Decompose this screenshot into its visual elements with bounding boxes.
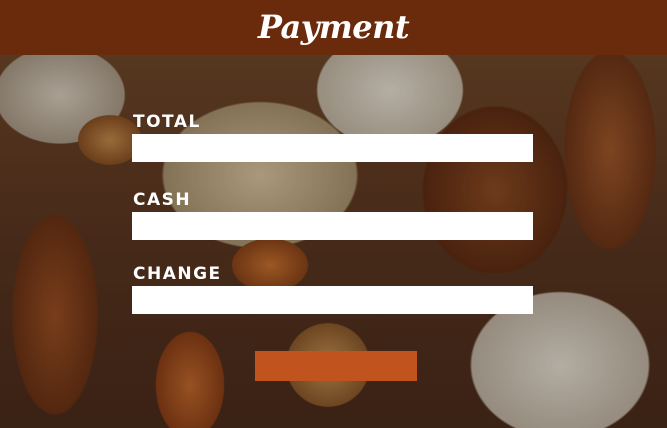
total-label: TOTAL: [133, 112, 201, 132]
submit-button[interactable]: [255, 351, 417, 381]
change-label: CHANGE: [133, 264, 222, 284]
change-input[interactable]: [132, 286, 533, 314]
total-input[interactable]: [132, 134, 533, 162]
payment-form: TOTAL CASH CHANGE: [0, 0, 667, 428]
cash-label: CASH: [133, 190, 192, 210]
cash-input[interactable]: [132, 212, 533, 240]
